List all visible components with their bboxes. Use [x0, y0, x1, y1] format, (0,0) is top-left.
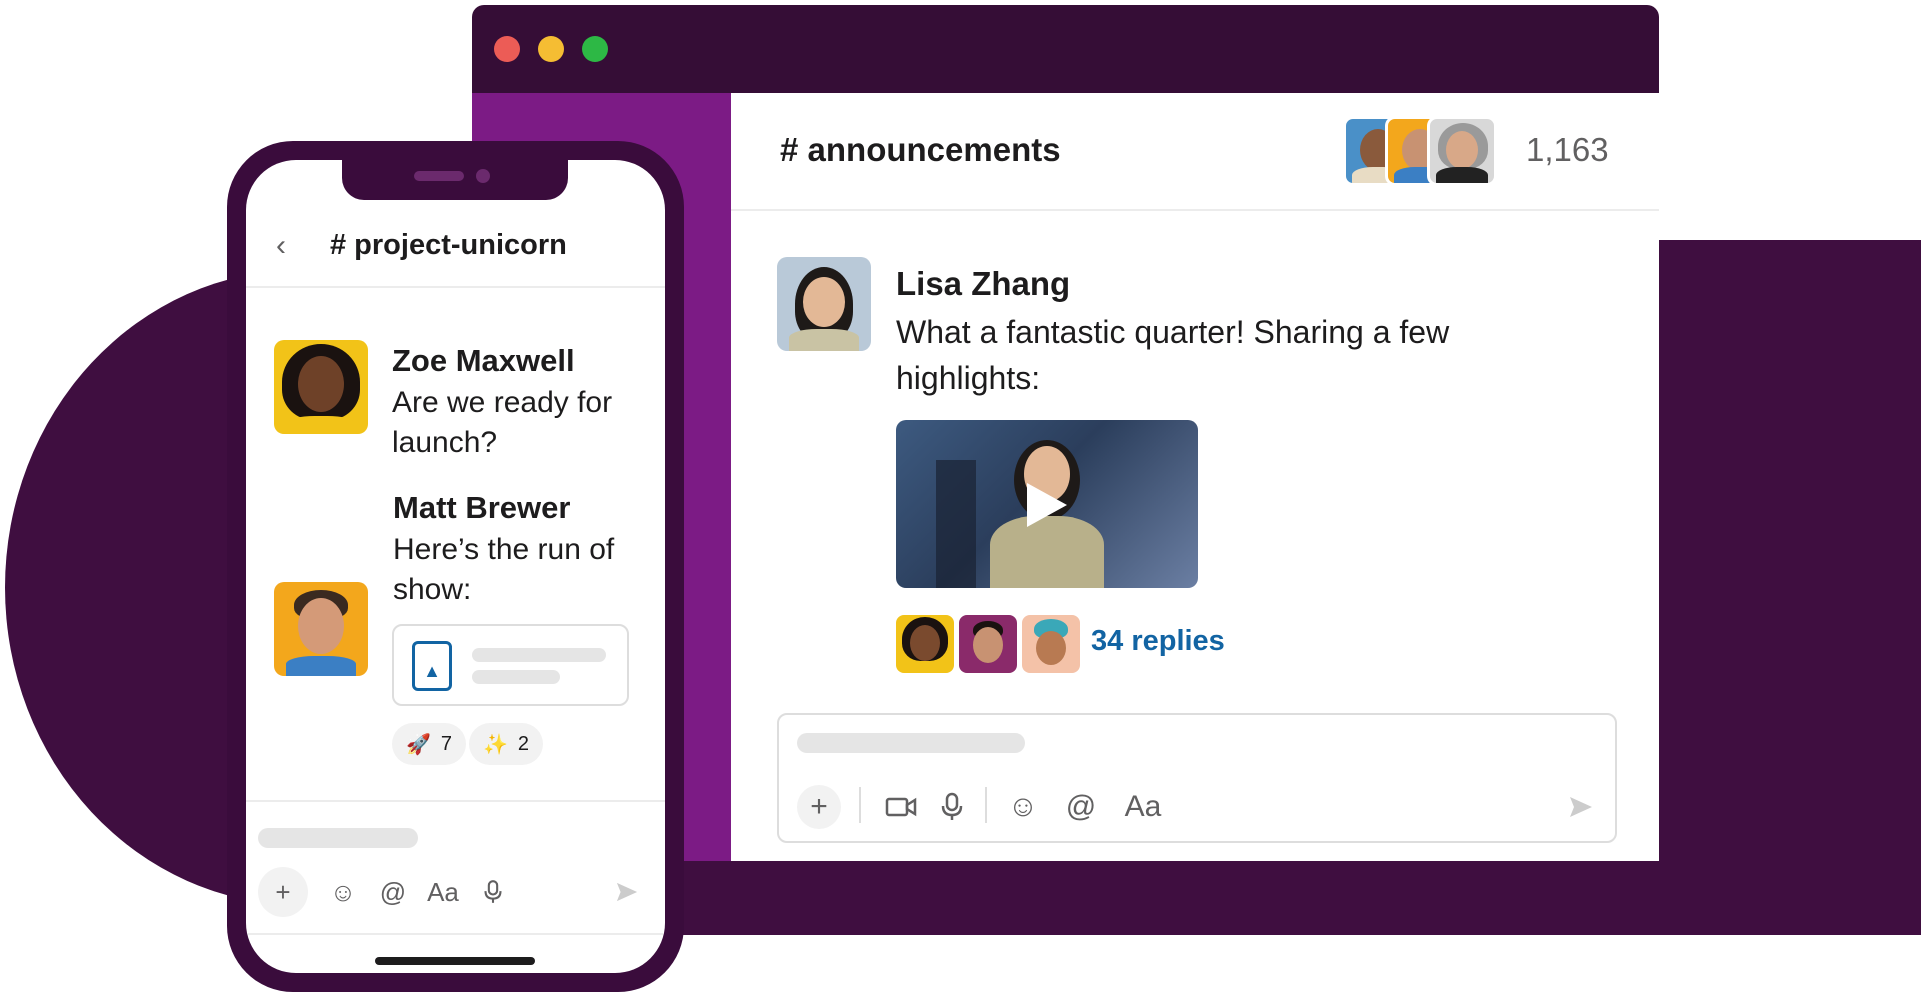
plus-icon[interactable]: +: [258, 867, 308, 917]
send-icon[interactable]: [602, 867, 652, 917]
message-text: Here’s the run of show:: [393, 533, 615, 606]
message-author[interactable]: Lisa Zhang: [896, 265, 1070, 303]
composer-separator: [859, 787, 861, 823]
reaction-sparkles[interactable]: ✨ 2: [469, 723, 544, 765]
speaker: [414, 171, 464, 181]
camera: [476, 169, 490, 183]
close-window-button[interactable]: [494, 36, 520, 62]
send-icon[interactable]: [1561, 785, 1601, 829]
member-avatars[interactable]: [1343, 116, 1497, 186]
phone-composer-input[interactable]: [258, 828, 418, 848]
phone-notch: [342, 160, 568, 200]
mention-icon[interactable]: @: [368, 867, 418, 917]
file-attachment[interactable]: ▲: [392, 624, 629, 706]
phone-channel-title[interactable]: # project-unicorn: [330, 229, 567, 262]
phone-device: ‹ # project-unicorn Zoe Maxwell Are we r…: [227, 141, 684, 992]
reaction-count: 2: [517, 732, 530, 755]
microphone-icon[interactable]: [934, 785, 970, 829]
video-attachment[interactable]: [896, 420, 1198, 588]
avatar[interactable]: [274, 582, 368, 676]
window-titlebar: [472, 5, 1659, 93]
reply-avatar: [959, 615, 1017, 673]
maximize-window-button[interactable]: [582, 36, 608, 62]
emoji-icon[interactable]: ☺: [1001, 785, 1045, 829]
message-author[interactable]: Matt Brewer: [393, 490, 570, 526]
member-count[interactable]: 1,163: [1526, 131, 1609, 169]
composer-divider: [246, 800, 665, 802]
file-meta-placeholder: [472, 670, 560, 684]
file-name-placeholder: [472, 648, 606, 662]
google-drive-file-icon: ▲: [412, 641, 452, 691]
back-chevron-icon[interactable]: ‹: [276, 229, 286, 263]
message-text: What a fantastic quarter! Sharing a few …: [896, 314, 1450, 396]
channel-title[interactable]: # announcements: [780, 131, 1061, 169]
microphone-icon[interactable]: [468, 867, 518, 917]
rocket-emoji: 🚀: [406, 733, 431, 756]
sparkles-emoji: ✨: [483, 733, 508, 756]
mention-icon[interactable]: @: [1059, 785, 1103, 829]
member-avatar: [1427, 116, 1497, 186]
home-indicator: [375, 957, 535, 965]
phone-screen: ‹ # project-unicorn Zoe Maxwell Are we r…: [246, 160, 665, 973]
message-composer[interactable]: + ☺ @ Aa: [777, 713, 1617, 843]
plus-icon[interactable]: +: [797, 785, 841, 829]
message-text: Are we ready for launch?: [392, 386, 613, 459]
reply-avatars[interactable]: [896, 615, 1085, 673]
video-shelf: [936, 460, 976, 588]
emoji-icon[interactable]: ☺: [318, 867, 368, 917]
channel-header: # announcements 1,163: [731, 93, 1659, 211]
composer-separator: [985, 787, 987, 823]
thread-replies-link[interactable]: 34 replies: [1091, 625, 1225, 658]
composer-input[interactable]: [797, 733, 1025, 753]
reply-avatar: [1022, 615, 1080, 673]
play-icon[interactable]: [1027, 483, 1067, 527]
avatar[interactable]: [777, 257, 871, 351]
minimize-window-button[interactable]: [538, 36, 564, 62]
reaction-count: 7: [440, 732, 453, 755]
message-author[interactable]: Zoe Maxwell: [392, 343, 575, 379]
format-icon[interactable]: Aa: [418, 867, 468, 917]
reply-avatar: [896, 615, 954, 673]
video-icon[interactable]: [879, 785, 923, 829]
reaction-rocket[interactable]: 🚀 7: [392, 723, 467, 765]
composer-bottom-divider: [246, 933, 665, 935]
format-icon[interactable]: Aa: [1115, 785, 1171, 829]
channel-view: # announcements 1,163 Lisa Zhang What a …: [731, 93, 1659, 861]
avatar[interactable]: [274, 340, 368, 434]
phone-channel-header: ‹ # project-unicorn: [246, 200, 665, 288]
